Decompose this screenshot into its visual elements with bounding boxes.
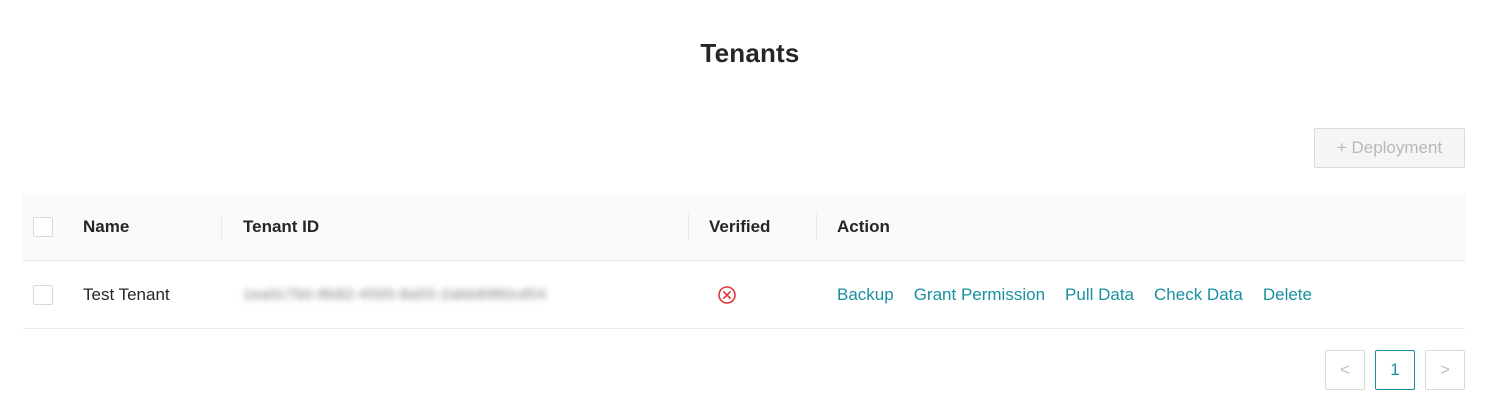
x-circle-icon (717, 285, 737, 305)
actions-cell: Backup Grant Permission Pull Data Check … (837, 261, 1332, 328)
select-all-checkbox[interactable] (33, 216, 53, 237)
check-data-link[interactable]: Check Data (1154, 285, 1243, 305)
table-header-row: Name Tenant ID Verified Action (23, 193, 1465, 261)
column-header-action: Action (837, 216, 890, 236)
backup-link[interactable]: Backup (837, 285, 894, 305)
select-all-cell (33, 193, 53, 260)
row-select-cell (33, 261, 53, 328)
add-deployment-button[interactable]: + Deployment (1314, 128, 1465, 168)
column-divider (221, 214, 222, 240)
column-header-verified: Verified (709, 216, 771, 236)
column-divider (688, 214, 689, 240)
table-row: Test Tenant 1ea0c7b0-8b82-4500-8a55-2abb… (23, 261, 1465, 329)
pagination: < 1 > (1325, 350, 1465, 390)
delete-link[interactable]: Delete (1263, 285, 1312, 305)
page-1-button[interactable]: 1 (1375, 350, 1415, 390)
tenant-id-value: 1ea0c7b0-8b82-4500-8a55-2abb8980cd54 (243, 286, 547, 303)
tenant-name: Test Tenant (83, 284, 170, 304)
page-title: Tenants (700, 38, 800, 68)
grant-permission-link[interactable]: Grant Permission (914, 285, 1045, 305)
column-divider (816, 214, 817, 240)
tenants-table: Name Tenant ID Verified Action Test Tena… (23, 193, 1465, 329)
previous-page-button[interactable]: < (1325, 350, 1365, 390)
column-header-name: Name (83, 216, 130, 236)
next-page-button[interactable]: > (1425, 350, 1465, 390)
verified-cell (709, 261, 737, 328)
column-header-tenant-id: Tenant ID (243, 216, 320, 236)
pull-data-link[interactable]: Pull Data (1065, 285, 1134, 305)
tenant-id-cell: 1ea0c7b0-8b82-4500-8a55-2abb8980cd54 (243, 261, 546, 328)
row-checkbox[interactable] (33, 284, 53, 305)
